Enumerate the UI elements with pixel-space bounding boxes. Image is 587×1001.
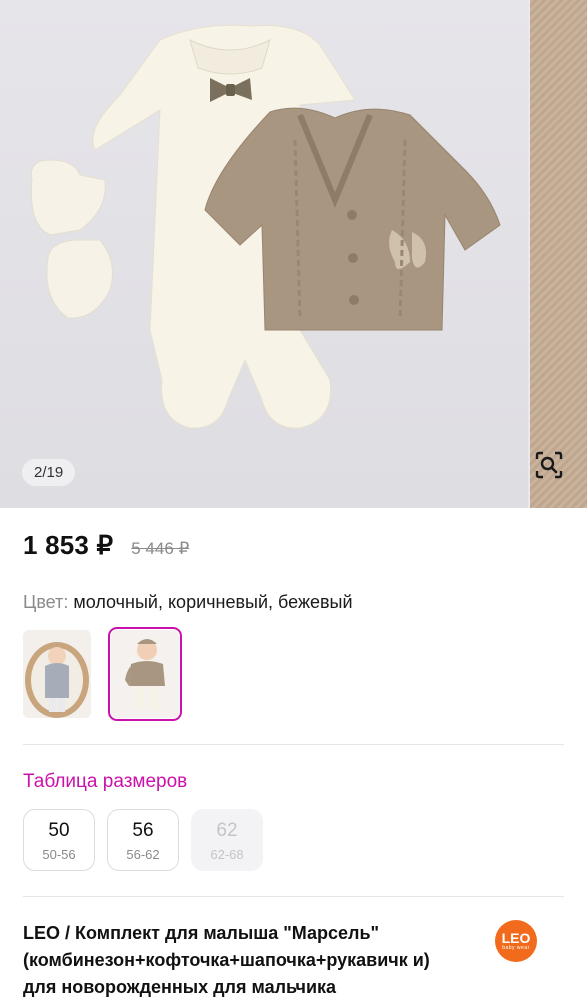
variant-grey[interactable] (23, 630, 91, 718)
brand-logo-subtext: baby wear (502, 944, 530, 951)
size-table-link[interactable]: Таблица размеров (23, 771, 187, 793)
old-price: 5 446 ₽ (131, 539, 190, 558)
main-product-photo[interactable] (0, 0, 528, 508)
color-info: Цвет: молочный, коричневый, бежевый (23, 592, 353, 613)
size-value: 62 (216, 820, 238, 841)
divider (23, 896, 564, 897)
image-search-icon[interactable] (530, 446, 568, 484)
current-price: 1 853 ₽ (23, 530, 114, 560)
size-selector: 50 50-56 56 56-62 62 62-68 (23, 809, 263, 871)
divider (23, 744, 564, 745)
brand-logo[interactable]: LEO baby wear (495, 920, 537, 962)
next-product-photo[interactable] (530, 0, 587, 508)
product-title: LEO / Комплект для малыша "Марсель" (ком… (23, 923, 430, 997)
size-option-56[interactable]: 56 56-62 (107, 809, 179, 871)
size-option-50[interactable]: 50 50-56 (23, 809, 95, 871)
size-range: 50-56 (42, 847, 76, 862)
gallery-counter: 2/19 (22, 459, 76, 486)
product-illustration (30, 24, 501, 429)
color-value: молочный, коричневый, бежевый (73, 592, 353, 612)
size-value: 56 (132, 820, 154, 841)
price-block: 1 853 ₽ 5 446 ₽ (23, 530, 189, 561)
variant-grey-thumbnail (23, 630, 91, 718)
product-gallery[interactable]: 2/19 (0, 0, 587, 508)
color-label: Цвет: (23, 592, 69, 612)
color-variants (23, 627, 182, 721)
variant-brown[interactable] (108, 627, 182, 721)
variant-brown-thumbnail (111, 630, 179, 718)
brand-logo-text: LEO (501, 929, 531, 946)
size-option-62: 62 62-68 (191, 809, 263, 871)
size-range: 62-68 (210, 847, 244, 862)
size-value: 50 (48, 820, 70, 841)
size-range: 56-62 (126, 847, 160, 862)
